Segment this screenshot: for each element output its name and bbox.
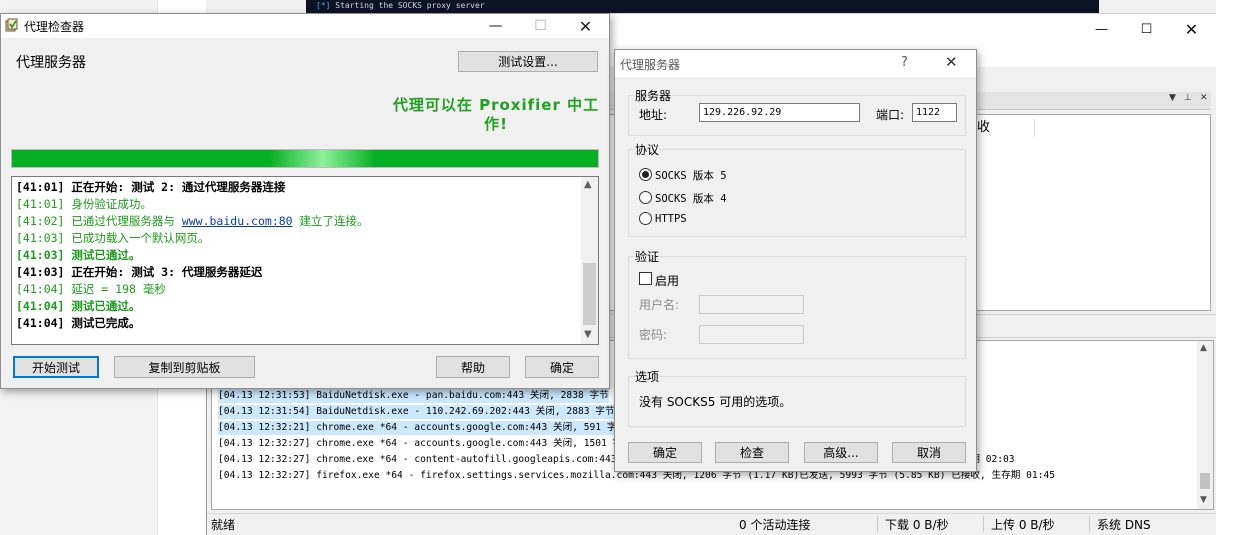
protocol-group-label: 协议 (635, 141, 660, 158)
copy-to-clipboard-button[interactable]: 复制到剪贴板 (114, 356, 255, 378)
log-line: [41:02] 已通过代理服务器与 www.baidu.com:80 建立了连接… (16, 214, 369, 228)
port-label: 端口: (876, 108, 905, 122)
scroll-thumb[interactable] (583, 263, 596, 325)
maximize-icon[interactable]: ☐ (1124, 14, 1169, 44)
close-icon[interactable]: ✕ (945, 53, 958, 71)
log-line: [04.13 12:32:21] chrome.exe *64 - accoun… (218, 421, 627, 435)
proxy-dialog-title: 代理服务器 (620, 58, 681, 72)
log-line: [41:01] 正在开始: 测试 2: 通过代理服务器连接 (16, 180, 286, 194)
socks4-label[interactable]: SOCKS 版本 4 (655, 191, 727, 206)
baidu-link[interactable]: www.baidu.com:80 (182, 214, 293, 228)
status-upload: 上传 0 B/秒 (991, 518, 1055, 532)
address-field[interactable]: 129.226.92.29 (699, 103, 860, 122)
log-line: [41:04] 延迟 = 198 毫秒 (16, 282, 166, 296)
log-line: [41:04] 测试已完成。 (16, 316, 141, 330)
status-divider (877, 516, 878, 532)
password-field (699, 325, 804, 344)
https-radio[interactable] (639, 212, 652, 225)
scroll-down-icon[interactable]: ▼ (584, 329, 592, 340)
start-test-button[interactable]: 开始测试 (13, 356, 99, 378)
status-dns: 系统 DNS (1097, 518, 1151, 532)
panel-pin-icon[interactable]: ⊥ (1184, 93, 1192, 103)
log-line: [41:03] 已成功载入一个默认网页。 (16, 231, 210, 245)
https-label[interactable]: HTTPS (655, 213, 687, 225)
auth-group-label: 验证 (635, 248, 660, 265)
minimize-icon[interactable]: — (473, 15, 518, 37)
panel-menu-icon[interactable]: ▼ (1169, 93, 1176, 103)
proxy-server-dialog: 代理服务器 ? ✕ 服务器 地址: 129.226.92.29 端口: 1122… (614, 49, 977, 472)
ok-button[interactable]: 确定 (628, 442, 702, 463)
check-button[interactable]: 检查 (715, 442, 789, 463)
proxy-checker-dialog: 代理检查器 — ☐ ✕ 代理服务器 测试设置... 代理可以在 Proxifie… (0, 13, 610, 389)
address-label: 地址: (639, 108, 668, 122)
cancel-button[interactable]: 取消 (892, 442, 966, 463)
status-divider (983, 516, 984, 532)
options-text: 没有 SOCKS5 可用的选项。 (639, 395, 792, 409)
options-group-label: 选项 (635, 368, 660, 385)
proxy-server-label: 代理服务器 (16, 55, 86, 71)
column-header-received[interactable]: 收 (973, 119, 1035, 137)
log-line: [41:01] 身份验证成功。 (16, 197, 152, 211)
desktop-right-panel (1216, 0, 1239, 535)
log-line: [41:03] 正在开始: 测试 3: 代理服务器延迟 (16, 265, 263, 279)
log-line: [41:03] 测试已通过。 (16, 248, 141, 262)
maximize-icon: ☐ (534, 18, 547, 34)
status-bar: 就绪 0 个活动连接 下载 0 B/秒 上传 0 B/秒 系统 DNS (207, 513, 1216, 535)
socks5-label[interactable]: SOCKS 版本 5 (655, 168, 727, 183)
scroll-thumb[interactable] (1200, 473, 1210, 489)
checker-log-scrollbar[interactable]: ▲ ▼ (581, 177, 598, 344)
socks4-radio[interactable] (639, 191, 652, 204)
proxy-checker-icon (5, 18, 18, 32)
password-label: 密码: (639, 328, 668, 342)
terminal-window-strip: [*] Starting the SOCKS proxy server (306, 0, 1099, 13)
help-button[interactable]: 帮助 (436, 356, 510, 378)
socks5-radio[interactable] (639, 168, 652, 181)
enable-auth-checkbox[interactable] (639, 272, 652, 285)
log-line: [41:04] 测试已通过。 (16, 299, 141, 313)
enable-auth-label[interactable]: 启用 (655, 272, 679, 289)
minimize-icon[interactable]: — (1079, 14, 1124, 44)
scroll-down-icon[interactable]: ▼ (1200, 495, 1207, 505)
checker-title: 代理检查器 (24, 20, 85, 34)
close-icon[interactable]: ✕ (1169, 14, 1214, 44)
log-line: [04.13 12:31:53] BaiduNetdisk.exe - pan.… (218, 389, 609, 403)
status-download: 下载 0 B/秒 (885, 518, 949, 532)
username-label: 用户名: (639, 298, 680, 312)
status-connections: 0 个活动连接 (739, 518, 811, 532)
terminal-line: [*] Starting the SOCKS proxy server (316, 1, 485, 10)
port-field[interactable]: 1122 (912, 103, 957, 122)
checker-log[interactable]: [41:01] 正在开始: 测试 2: 通过代理服务器连接 [41:01] 身份… (11, 176, 599, 345)
panel-close-icon[interactable]: ✕ (1200, 93, 1208, 103)
help-icon[interactable]: ? (901, 55, 908, 70)
proxy-dialog-title-bar: 代理服务器 ? ✕ (615, 50, 976, 77)
scroll-up-icon[interactable]: ▲ (584, 179, 592, 190)
test-progress-bar (11, 149, 599, 168)
close-icon[interactable]: ✕ (563, 15, 608, 37)
checker-title-bar: 代理检查器 — ☐ ✕ (1, 14, 609, 38)
status-divider (1089, 516, 1090, 532)
server-group-label: 服务器 (635, 87, 672, 104)
scroll-up-icon[interactable]: ▲ (1200, 343, 1207, 353)
test-settings-button[interactable]: 测试设置... (458, 51, 598, 72)
ok-button[interactable]: 确定 (525, 356, 599, 378)
log-scrollbar[interactable]: ▲ ▼ (1197, 341, 1213, 509)
result-message: 代理可以在 Proxifier 中工作! (392, 96, 600, 133)
advanced-button[interactable]: 高级... (804, 442, 878, 463)
status-state: 就绪 (211, 518, 236, 532)
username-field (699, 295, 804, 314)
